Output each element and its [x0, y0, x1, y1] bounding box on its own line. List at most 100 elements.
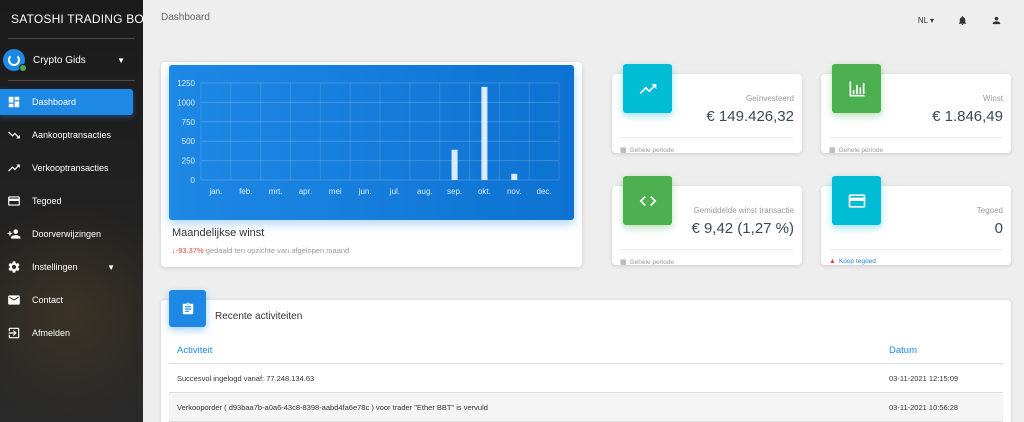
- x-tick-label: jul.: [389, 187, 400, 196]
- table-header: Activiteit Datum: [169, 338, 1003, 364]
- chevron-down-icon: ▼: [107, 262, 115, 272]
- x-tick-label: mrt.: [269, 187, 283, 196]
- chart-bar: [451, 149, 458, 180]
- stat-value: € 9,42 (1,27 %): [691, 220, 794, 237]
- sidebar-item-contact[interactable]: Contact: [0, 287, 133, 313]
- sidebar-item-doorverwijzingen[interactable]: Doorverwijzingen: [0, 221, 133, 247]
- change-text: gedaald ten opzichte van afgelopen maand: [205, 246, 350, 255]
- x-tick-label: dec.: [537, 187, 552, 196]
- profit-card: Winst € 1.846,49 ▦ Gehele periode: [821, 64, 1011, 155]
- sidebar-item-afmelden[interactable]: Afmelden: [0, 320, 133, 346]
- avg-profit-card: Gemiddelde winst transactie € 9,42 (1,27…: [612, 176, 802, 267]
- monthly-profit-chart: 0 250 500 750 1000 1250 jan. feb. mrt. apr. mei jun…: [169, 65, 574, 220]
- sidebar-item-label: Dashboard: [32, 97, 77, 107]
- avatar: [3, 49, 27, 72]
- footer-text: Gehele periode: [629, 146, 675, 154]
- sidebar-item-label: Aankooptransacties: [32, 130, 112, 140]
- sidebar: SATOSHI TRADING BOT Crypto Gids ▼ Dashbo…: [0, 0, 143, 422]
- logout-icon: [6, 325, 22, 341]
- x-tick-label: apr.: [299, 187, 312, 196]
- sidebar-item-label: Afmelden: [32, 328, 71, 338]
- x-tick-label: nov.: [507, 187, 522, 196]
- trending-up-icon: [6, 160, 22, 176]
- bell-icon[interactable]: [956, 14, 968, 26]
- stat-value: € 1.846,49: [932, 108, 1003, 125]
- divider: [829, 249, 1003, 250]
- user-menu[interactable]: Crypto Gids ▼: [0, 46, 143, 74]
- x-tick-label: okt.: [478, 187, 491, 196]
- sidebar-item-instellingen[interactable]: Instellingen ▼: [0, 254, 133, 280]
- sidebar-nav: Dashboard Aankooptransacties Verkooptran…: [0, 88, 143, 353]
- trending-down-icon: [6, 127, 22, 143]
- y-tick-label: 0: [191, 176, 196, 185]
- x-tick-label: jan.: [208, 187, 222, 196]
- sidebar-divider: [8, 38, 135, 39]
- sidebar-item-verkooptransacties[interactable]: Verkooptransacties: [0, 155, 133, 181]
- calendar-icon: ▦: [620, 259, 627, 266]
- sidebar-item-label: Verkooptransacties: [32, 163, 109, 173]
- sidebar-item-aankooptransacties[interactable]: Aankooptransacties: [0, 122, 133, 148]
- person-icon[interactable]: [990, 14, 1002, 26]
- language-select[interactable]: NL ▾: [918, 16, 934, 25]
- stat-value: € 149.426,32: [706, 108, 794, 125]
- sidebar-item-dashboard[interactable]: Dashboard: [0, 89, 133, 115]
- footer-text: Koop tegoed: [838, 258, 876, 265]
- date-cell: 03-11-2021 12:15:09: [889, 373, 959, 383]
- code-icon: [623, 176, 672, 225]
- stat-footer: ▦ Gehele periode: [620, 146, 675, 155]
- language-label: NL: [917, 15, 928, 25]
- activity-cell: Verkooporder ( d93baa7b-a0a6-43c8-8398-a…: [177, 402, 488, 412]
- change-percentage: -93.37%: [175, 246, 204, 255]
- footer-text: Gehele periode: [629, 258, 675, 266]
- table-row: Succesvol ingelogd vanaf: 77.248.134.63 …: [169, 364, 1003, 393]
- invested-card: Geïnvesteerd € 149.426,32 ▦ Gehele period…: [612, 64, 802, 155]
- stat-label: Tegoed: [976, 206, 1003, 215]
- trending-up-icon: [623, 64, 672, 113]
- sidebar-item-label: Contact: [32, 295, 64, 305]
- chevron-down-icon: ▼: [117, 55, 125, 65]
- brand[interactable]: SATOSHI TRADING BOT: [0, 0, 143, 38]
- x-tick-label: jun.: [358, 187, 372, 196]
- gear-icon: [6, 259, 22, 275]
- stat-label: Gemiddelde winst transactie: [693, 206, 795, 215]
- add-user-icon: [6, 226, 22, 242]
- stat-footer: ▦ Gehele periode: [829, 146, 883, 155]
- credit-card-icon: [832, 176, 881, 225]
- y-tick-label: 1250: [177, 79, 195, 88]
- buy-credit-link[interactable]: ▲ Koop tegoed: [829, 258, 876, 265]
- x-tick-label: aug.: [417, 187, 433, 196]
- date-cell: 03-11-2021 10:56:28: [889, 402, 959, 412]
- recent-activity-card: Recente activiteiten Activiteit Datum Su…: [161, 290, 1011, 422]
- column-header-activity[interactable]: Activiteit: [169, 345, 889, 356]
- user-name: Crypto Gids: [33, 54, 86, 66]
- sidebar-item-label: Tegoed: [32, 196, 62, 206]
- sidebar-item-tegoed[interactable]: Tegoed: [0, 188, 133, 214]
- x-tick-label: mei: [329, 187, 342, 196]
- divider: [620, 249, 794, 250]
- activity-table: Activiteit Datum Succesvol ingelogd vana…: [169, 338, 1003, 422]
- clipboard-icon: [169, 290, 206, 327]
- activity-title: Recente activiteiten: [215, 311, 303, 322]
- divider: [829, 137, 1003, 138]
- mail-icon: [6, 292, 22, 308]
- topbar-actions: NL ▾: [918, 14, 1024, 26]
- stat-label: Geïnvesteerd: [745, 94, 794, 103]
- chart-bar: [511, 173, 518, 180]
- page-title: Dashboard: [161, 12, 210, 23]
- table-row: Verkooporder ( d93baa7b-a0a6-43c8-8398-a…: [169, 393, 1003, 422]
- x-tick-label: feb.: [239, 187, 252, 196]
- credit-card: Tegoed 0 ▲ Koop tegoed: [821, 176, 1011, 265]
- stat-footer: ▦ Gehele periode: [620, 258, 675, 267]
- stat-value: 0: [994, 220, 1003, 237]
- column-header-date[interactable]: Datum: [889, 345, 1003, 356]
- dashboard-icon: [6, 94, 22, 110]
- y-tick-label: 500: [182, 137, 196, 146]
- chart-card-subtitle: ↓-93.37% gedaald ten opzichte van afgelo…: [172, 246, 349, 255]
- y-tick-label: 1000: [177, 98, 195, 107]
- chart-card-title: Maandelijkse winst: [172, 227, 265, 239]
- y-tick-label: 750: [182, 118, 196, 127]
- credit-card-icon: [6, 193, 22, 209]
- sidebar-item-label: Instellingen: [32, 262, 78, 272]
- monthly-profit-card: 0 250 500 750 1000 1250 jan. feb. mrt. apr. mei jun…: [161, 62, 582, 267]
- warning-icon: ▲: [829, 258, 836, 265]
